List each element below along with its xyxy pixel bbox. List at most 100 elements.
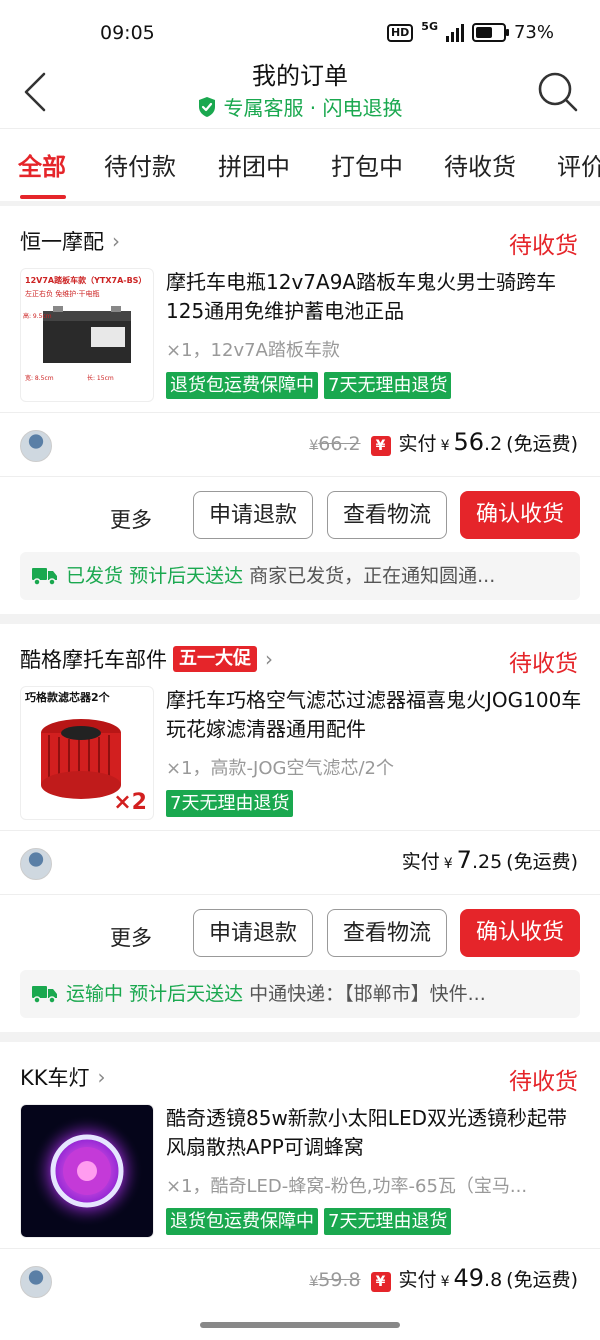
- service-badges: 退货包运费保障中 7天无理由退货: [166, 372, 452, 399]
- tab-all[interactable]: 全部: [18, 147, 66, 182]
- battery-percent: 73%: [513, 22, 554, 43]
- thumb-dim-height: 高: 9.5cm: [23, 313, 52, 320]
- thumb-title: 巧格款滤芯器2个: [25, 691, 110, 704]
- logistics-detail: 商家已发货，正在通知圆通...: [249, 565, 496, 587]
- order-status: 待收货: [509, 651, 578, 677]
- paid-label: 实付: [398, 433, 437, 455]
- thumb-dim-length: 长: 15cm: [87, 375, 114, 382]
- tab-to-receive[interactable]: 待收货: [444, 147, 516, 182]
- tab-review[interactable]: 评价: [557, 147, 600, 182]
- thumb-qty: ×2: [113, 790, 147, 815]
- request-refund-button[interactable]: 申请退款: [193, 909, 313, 957]
- order-tabs: 全部 待付款 拼团中 打包中 待收货 评价: [0, 128, 600, 201]
- search-icon[interactable]: [536, 70, 580, 114]
- thumb-dim-width: 宽: 8.5cm: [25, 375, 54, 382]
- currency-symbol: ¥: [440, 438, 450, 454]
- shop-name: KK车灯: [20, 1066, 90, 1090]
- logistics-eta: 预计后天送达: [129, 983, 244, 1005]
- shipping-note: (免运费): [506, 851, 578, 873]
- product-thumbnail[interactable]: 12V7A踏板车款（YTX7A-BS） 左正右负 免维护·干电瓶 高: 9.5c…: [20, 268, 154, 402]
- tab-pending-payment[interactable]: 待付款: [104, 147, 176, 182]
- battery-icon: [471, 23, 509, 42]
- product-thumbnail[interactable]: [20, 1104, 154, 1238]
- home-indicator[interactable]: [200, 1322, 400, 1328]
- status-icons: HD 5G 73%: [386, 20, 554, 43]
- price-row: ¥59.8 ¥ 实付 ¥49.8 (免运费): [309, 1264, 578, 1292]
- badge-7day-return: 7天无理由退货: [324, 372, 452, 399]
- led-lens-product-image: [31, 1115, 143, 1227]
- divider: [0, 830, 600, 831]
- yen-icon: ¥: [370, 436, 391, 456]
- shop-name: 酷格摩托车部件: [20, 648, 167, 672]
- subtitle-text: 专属客服 · 闪电退换: [223, 96, 403, 120]
- divider: [0, 476, 600, 477]
- logistics-status: 运输中: [66, 983, 124, 1005]
- chevron-right-icon: ›: [97, 1065, 106, 1089]
- product-name[interactable]: 酷奇透镜85w新款小太阳LED双光透镜秒起带风扇散热APP可调蜂窝: [166, 1104, 586, 1162]
- signal-icon: [445, 23, 464, 42]
- service-subtitle[interactable]: 专属客服 · 闪电退换: [0, 92, 600, 121]
- divider: [0, 412, 600, 413]
- header: 我的订单 专属客服 · 闪电退换: [0, 62, 600, 128]
- badge-return-shipping: 退货包运费保障中: [166, 372, 318, 399]
- shop-link[interactable]: 恒一摩配 ›: [20, 226, 120, 256]
- paid-label: 实付: [401, 851, 440, 873]
- tab-group-buy[interactable]: 拼团中: [218, 147, 290, 182]
- order-status: 待收货: [509, 1069, 578, 1095]
- paid-label: 实付: [398, 1269, 437, 1291]
- logistics-eta: 预计后天送达: [129, 565, 244, 587]
- price-int: 49: [453, 1264, 485, 1292]
- avatar: [20, 1266, 52, 1298]
- confirm-receipt-button[interactable]: 确认收货: [460, 909, 580, 957]
- more-button[interactable]: 更多: [110, 504, 152, 534]
- shop-link[interactable]: 酷格摩托车部件 五一大促 ›: [20, 644, 273, 674]
- page-title: 我的订单: [252, 62, 348, 90]
- logistics-bar[interactable]: 运输中 预计后天送达 中通快递：【邯郸市】快件...: [20, 970, 580, 1018]
- avatar: [20, 430, 52, 462]
- product-name[interactable]: 摩托车电瓶12v7A9A踏板车鬼火男士骑跨车125通用免维护蓄电池正品: [166, 268, 586, 326]
- price-row: 实付 ¥7.25 (免运费): [402, 846, 578, 874]
- logistics-status: 已发货: [66, 565, 124, 587]
- more-button[interactable]: 更多: [110, 922, 152, 952]
- original-price: ¥59.8: [309, 1269, 361, 1291]
- avatar: [20, 848, 52, 880]
- product-name[interactable]: 摩托车巧格空气滤芯过滤器福喜鬼火JOG100车玩花嫁滤清器通用配件: [166, 686, 586, 744]
- price-dec: .8: [484, 1269, 503, 1291]
- price-int: 7: [456, 846, 472, 874]
- price-dec: .25: [471, 851, 503, 873]
- logistics-bar[interactable]: 已发货 预计后天送达 商家已发货，正在通知圆通...: [20, 552, 580, 600]
- active-tab-indicator: [20, 195, 66, 199]
- price-dec: .2: [484, 433, 503, 455]
- price-row: ¥66.2 ¥ 实付 ¥56.2 (免运费): [309, 428, 578, 456]
- currency-symbol: ¥: [440, 1274, 450, 1290]
- truck-icon: [32, 986, 57, 1004]
- badge-7day-return: 7天无理由退货: [166, 790, 294, 817]
- order-status: 待收货: [509, 233, 578, 259]
- thumb-title: 12V7A踏板车款（YTX7A-BS）: [25, 276, 147, 285]
- chevron-right-icon: ›: [265, 647, 273, 671]
- confirm-receipt-button[interactable]: 确认收货: [460, 491, 580, 539]
- chevron-right-icon: ›: [112, 229, 120, 253]
- currency-symbol: ¥: [443, 856, 453, 872]
- badge-7day-return: 7天无理由退货: [324, 1208, 452, 1235]
- network-label: 5G: [421, 20, 438, 33]
- product-thumbnail[interactable]: 巧格款滤芯器2个 ×2: [20, 686, 154, 820]
- shipping-note: (免运费): [506, 433, 578, 455]
- order-card: KK车灯 › 待收货 酷奇透镜85w新款小太阳LED双光透镜秒起带风扇散热APP…: [0, 1042, 600, 1340]
- divider: [0, 1248, 600, 1249]
- logistics-detail: 中通快递：【邯郸市】快件...: [249, 983, 486, 1005]
- product-spec: ×1，酷奇LED-蜂窝-粉色,功率-65瓦（宝马...: [166, 1176, 528, 1197]
- service-badges: 7天无理由退货: [166, 790, 294, 817]
- thumb-note: 左正右负 免维护·干电瓶: [25, 290, 100, 298]
- product-spec: ×1，高款-JOG空气滤芯/2个: [166, 758, 394, 779]
- view-logistics-button[interactable]: 查看物流: [327, 491, 447, 539]
- yen-icon: ¥: [370, 1272, 391, 1292]
- tab-packing[interactable]: 打包中: [331, 147, 403, 182]
- status-bar: 09:05 HD 5G 73%: [0, 0, 600, 62]
- request-refund-button[interactable]: 申请退款: [193, 491, 313, 539]
- shipping-note: (免运费): [506, 1269, 578, 1291]
- original-price: ¥66.2: [309, 433, 361, 455]
- view-logistics-button[interactable]: 查看物流: [327, 909, 447, 957]
- shield-check-icon: [199, 97, 216, 117]
- shop-link[interactable]: KK车灯 ›: [20, 1062, 106, 1092]
